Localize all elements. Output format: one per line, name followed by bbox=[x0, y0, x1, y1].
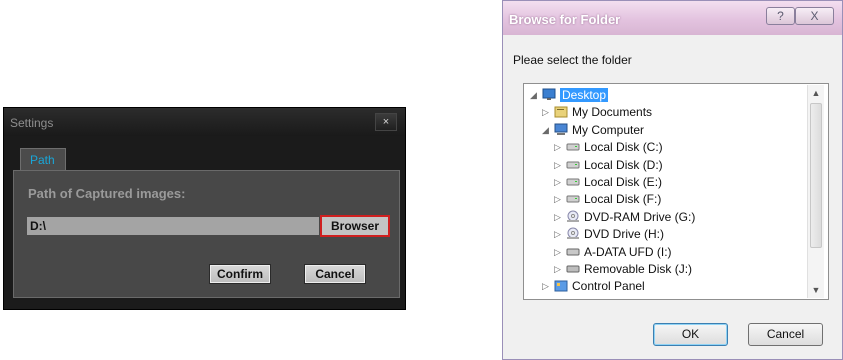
disk-icon bbox=[566, 158, 580, 171]
settings-titlebar[interactable]: Settings × bbox=[4, 108, 405, 136]
settings-title: Settings bbox=[10, 116, 54, 130]
scroll-down-arrow-icon[interactable]: ▼ bbox=[808, 282, 824, 298]
expand-arrow-icon[interactable]: ▷ bbox=[542, 108, 550, 117]
tree-item-label: Local Disk (E:) bbox=[584, 175, 663, 189]
cancel-button[interactable]: Cancel bbox=[304, 264, 366, 284]
close-icon: × bbox=[382, 116, 390, 128]
path-input[interactable] bbox=[27, 217, 319, 235]
browse-prompt: Pleae select the folder bbox=[513, 53, 632, 67]
tree-item-label: Shared Documents bbox=[572, 297, 675, 299]
disk-icon bbox=[566, 192, 580, 205]
expand-arrow-icon[interactable]: ▷ bbox=[554, 212, 562, 221]
disk-icon bbox=[566, 140, 580, 153]
scroll-thumb[interactable] bbox=[810, 103, 822, 248]
expand-arrow-icon[interactable]: ▷ bbox=[554, 195, 562, 204]
tree-scrollbar[interactable]: ▲ ▼ bbox=[807, 85, 824, 298]
browse-close-button[interactable]: X bbox=[795, 7, 834, 25]
tree-item-label: My Documents bbox=[572, 105, 653, 120]
collapse-arrow-icon[interactable]: ◢ bbox=[530, 91, 538, 100]
documents-icon bbox=[554, 105, 568, 118]
browse-title: Browse for Folder bbox=[509, 12, 621, 27]
tab-path[interactable]: Path bbox=[20, 148, 66, 170]
dvd-icon bbox=[566, 210, 580, 223]
settings-close-button[interactable]: × bbox=[375, 113, 397, 131]
expand-arrow-icon[interactable]: ▷ bbox=[554, 247, 562, 256]
expand-arrow-icon[interactable]: ▷ bbox=[554, 160, 562, 169]
browse-titlebar[interactable]: Browse for Folder ? X bbox=[503, 1, 842, 35]
dvd-icon bbox=[566, 227, 580, 240]
removable-disk-icon bbox=[566, 262, 580, 275]
expand-arrow-icon[interactable]: ▷ bbox=[554, 178, 562, 187]
tree-item-label: Control Panel bbox=[572, 279, 645, 294]
settings-dialog: Settings × Path Path of Captured images:… bbox=[3, 107, 406, 310]
expand-arrow-icon[interactable]: ▷ bbox=[554, 143, 562, 152]
path-panel: Path of Captured images: Browser Confirm… bbox=[13, 170, 400, 298]
disk-icon bbox=[566, 175, 580, 188]
tree-item-label: Local Disk (C:) bbox=[584, 140, 663, 155]
browse-cancel-button[interactable]: Cancel bbox=[748, 323, 823, 346]
tree-item-label: DVD-RAM Drive (G:) bbox=[584, 209, 696, 224]
usb-drive-icon bbox=[566, 245, 580, 258]
expand-arrow-icon[interactable]: ▷ bbox=[554, 230, 562, 239]
path-label: Path of Captured images: bbox=[28, 186, 186, 201]
desktop-icon bbox=[542, 88, 556, 101]
folder-icon bbox=[554, 297, 568, 299]
close-icon: X bbox=[810, 9, 819, 23]
tree-item-label: DVD Drive (H:) bbox=[584, 227, 664, 242]
tree-item-label: Removable Disk (J:) bbox=[584, 262, 693, 276]
collapse-arrow-icon[interactable]: ◢ bbox=[542, 125, 550, 134]
help-button[interactable]: ? bbox=[766, 7, 795, 25]
folder-tree[interactable]: ◢ Desktop ▷ My Documents ◢ My Computer ▷ Local … bbox=[523, 83, 829, 300]
computer-icon bbox=[554, 123, 568, 136]
tree-item-label: A-DATA UFD (I:) bbox=[584, 244, 672, 259]
tree-item-label: Desktop bbox=[560, 88, 609, 102]
browser-button[interactable]: Browser bbox=[320, 215, 390, 237]
tree-item-label: Local Disk (D:) bbox=[584, 157, 663, 172]
help-icon: ? bbox=[777, 9, 784, 23]
ok-button[interactable]: OK bbox=[653, 323, 728, 346]
browse-folder-dialog: Browse for Folder ? X Pleae select the f… bbox=[502, 0, 843, 360]
tree-item-label: My Computer bbox=[572, 122, 645, 137]
scroll-up-arrow-icon[interactable]: ▲ bbox=[808, 85, 824, 101]
expand-arrow-icon[interactable]: ▷ bbox=[542, 282, 550, 291]
expand-arrow-icon[interactable]: ▷ bbox=[554, 265, 562, 274]
control-panel-icon bbox=[554, 279, 568, 292]
confirm-button[interactable]: Confirm bbox=[209, 264, 271, 284]
tree-item-label: Local Disk (F:) bbox=[584, 192, 662, 207]
